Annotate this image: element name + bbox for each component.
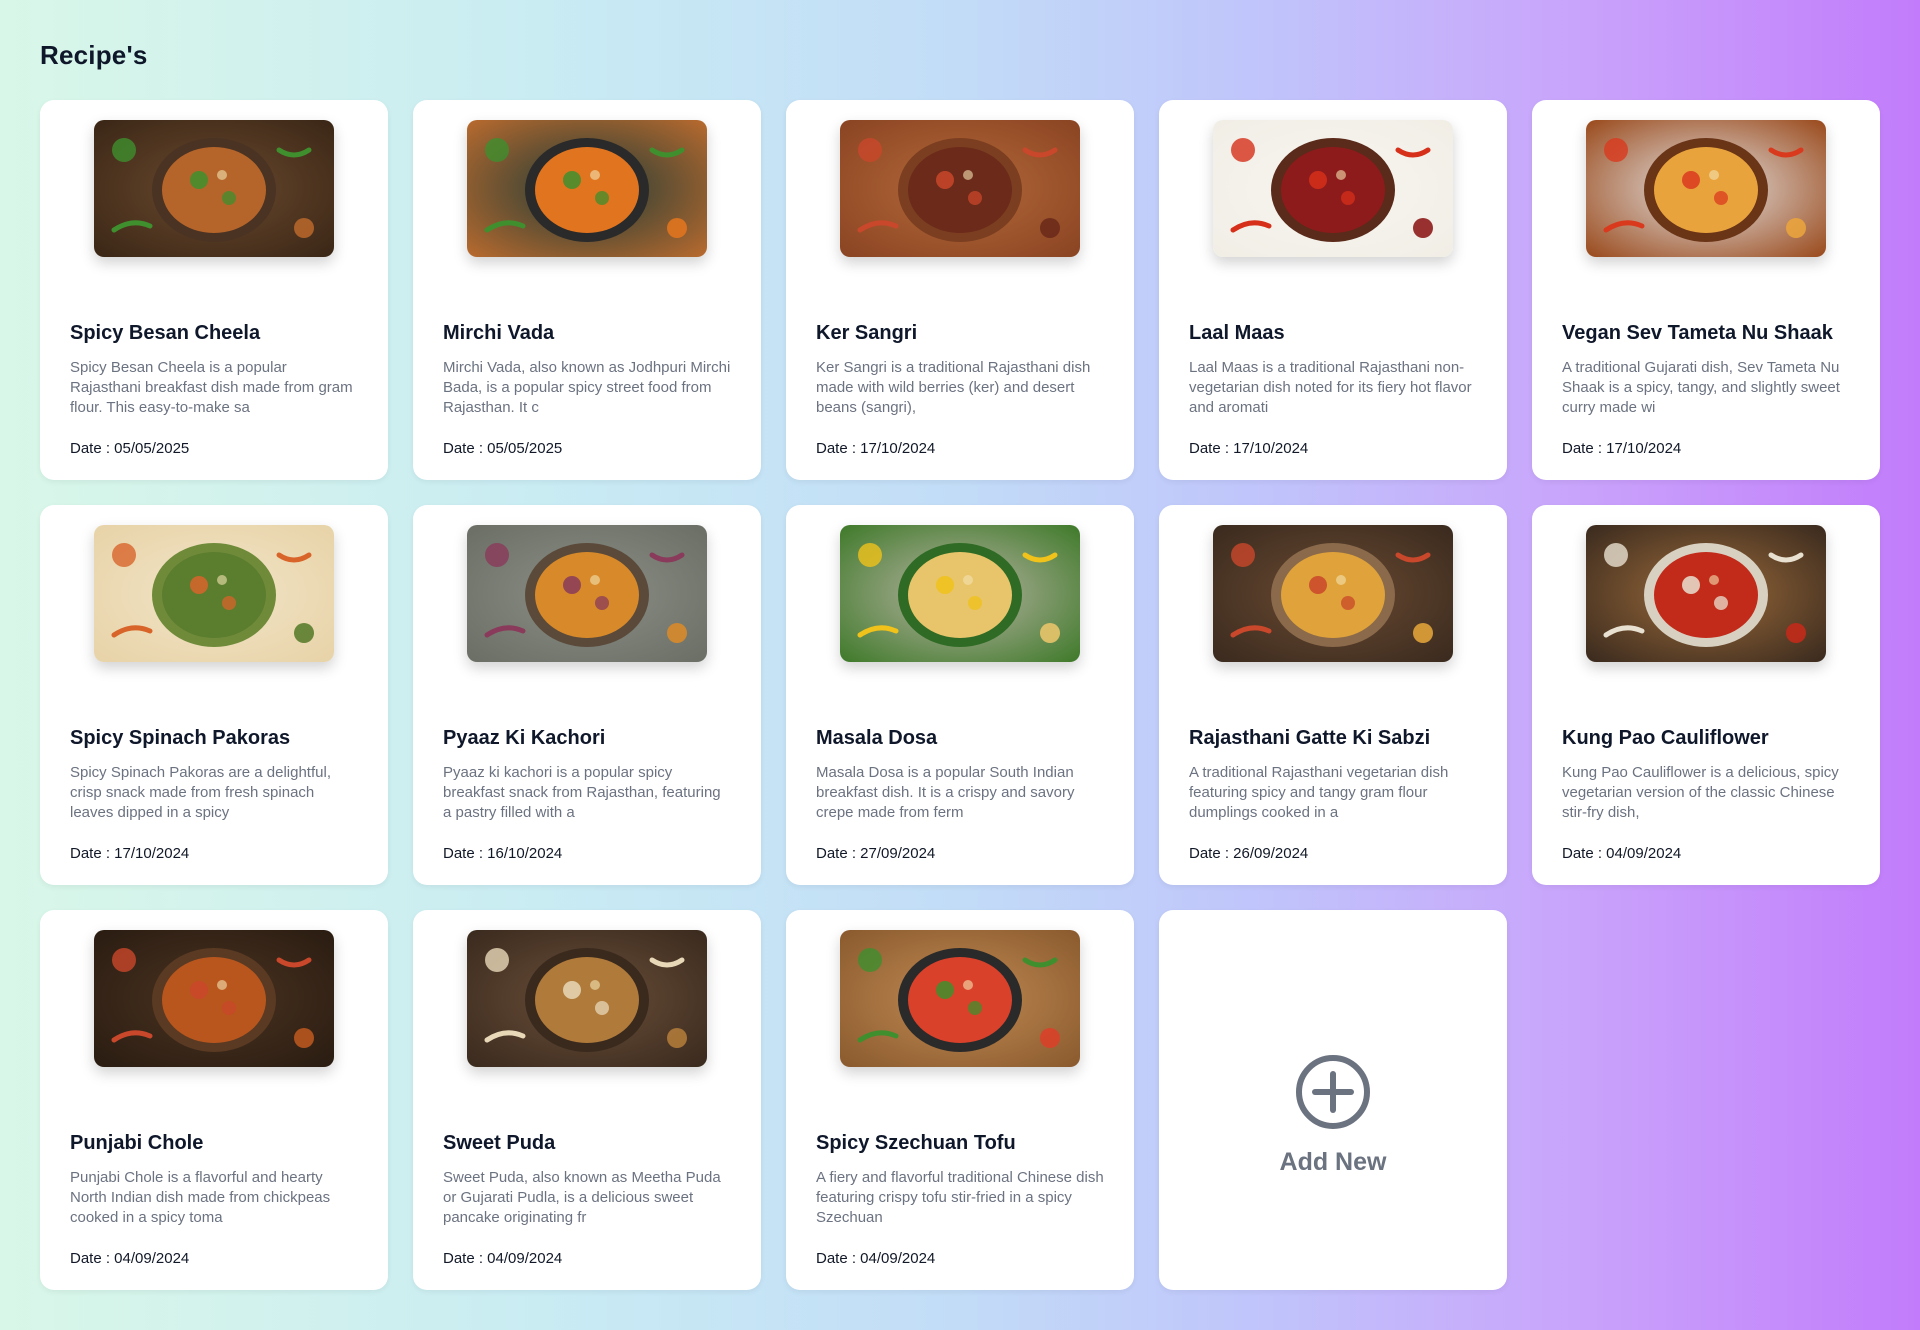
recipe-description: Sweet Puda, also known as Meetha Puda or… bbox=[443, 1169, 721, 1226]
recipe-title: Spicy Spinach Pakoras bbox=[70, 727, 291, 749]
recipe-title: Vegan Sev Tameta Nu Shaak bbox=[1562, 322, 1833, 344]
recipe-image bbox=[94, 120, 334, 257]
recipe-title: Laal Maas bbox=[1189, 322, 1285, 344]
recipe-description: Masala Dosa is a popular South Indian br… bbox=[816, 764, 1075, 821]
recipe-description: Pyaaz ki kachori is a popular spicy brea… bbox=[443, 764, 721, 821]
recipe-title: Mirchi Vada bbox=[443, 322, 555, 344]
recipe-date: Date : 16/10/2024 bbox=[443, 845, 563, 862]
recipe-description: A fiery and flavorful traditional Chines… bbox=[816, 1169, 1104, 1226]
recipe-image bbox=[467, 930, 707, 1067]
recipe-description: Laal Maas is a traditional Rajasthani no… bbox=[1189, 359, 1472, 416]
recipe-title: Rajasthani Gatte Ki Sabzi bbox=[1189, 727, 1431, 749]
recipe-image bbox=[467, 120, 707, 257]
recipe-date: Date : 26/09/2024 bbox=[1189, 845, 1309, 862]
recipe-card[interactable]: Pyaaz Ki Kachori Pyaaz ki kachori is a po… bbox=[413, 505, 761, 885]
recipe-card[interactable]: Laal Maas Laal Maas is a traditional Raja… bbox=[1159, 100, 1507, 480]
recipe-image bbox=[1213, 120, 1453, 257]
recipe-title: Pyaaz Ki Kachori bbox=[443, 727, 606, 749]
recipe-title: Spicy Besan Cheela bbox=[70, 322, 261, 344]
recipe-image bbox=[1586, 120, 1826, 257]
recipe-title: Masala Dosa bbox=[816, 727, 938, 749]
recipe-description: Punjabi Chole is a flavorful and hearty … bbox=[70, 1169, 331, 1226]
recipe-date: Date : 17/10/2024 bbox=[70, 845, 190, 862]
recipe-title: Sweet Puda bbox=[443, 1132, 556, 1154]
recipe-date: Date : 17/10/2024 bbox=[1189, 440, 1309, 457]
recipe-image bbox=[840, 120, 1080, 257]
recipe-card[interactable]: Rajasthani Gatte Ki Sabzi A traditional R… bbox=[1159, 505, 1507, 885]
recipe-date: Date : 27/09/2024 bbox=[816, 845, 936, 862]
recipe-title: Spicy Szechuan Tofu bbox=[816, 1132, 1016, 1154]
recipe-date: Date : 04/09/2024 bbox=[70, 1250, 190, 1267]
recipe-description: Spicy Spinach Pakoras are a delightful, … bbox=[70, 764, 331, 821]
recipe-card[interactable]: Sweet Puda Sweet Puda, also known as Meet… bbox=[413, 910, 761, 1290]
recipe-description: Kung Pao Cauliflower is a delicious, spi… bbox=[1562, 764, 1839, 821]
recipe-date: Date : 17/10/2024 bbox=[1562, 440, 1682, 457]
recipe-date: Date : 17/10/2024 bbox=[816, 440, 936, 457]
recipe-image bbox=[1586, 525, 1826, 662]
recipe-title: Punjabi Chole bbox=[70, 1132, 204, 1154]
recipe-date: Date : 04/09/2024 bbox=[443, 1250, 563, 1267]
recipe-image bbox=[840, 930, 1080, 1067]
recipe-card[interactable]: Punjabi Chole Punjabi Chole is a flavorfu… bbox=[40, 910, 388, 1290]
recipe-card[interactable]: Spicy Spinach Pakoras Spicy Spinach Pakor… bbox=[40, 505, 388, 885]
plus-circle-icon bbox=[1296, 1054, 1370, 1129]
recipe-card[interactable]: Vegan Sev Tameta Nu Shaak A traditional G… bbox=[1532, 100, 1880, 480]
add-new-label: Add New bbox=[1279, 1147, 1387, 1176]
page-title: Recipe's bbox=[40, 40, 148, 70]
recipe-card[interactable]: Spicy Besan Cheela Spicy Besan Cheela is … bbox=[40, 100, 388, 480]
recipe-grid: Spicy Besan Cheela Spicy Besan Cheela is … bbox=[40, 100, 1880, 1290]
recipe-image bbox=[94, 930, 334, 1067]
add-new-button[interactable]: Add New bbox=[1159, 910, 1507, 1290]
recipe-description: Mirchi Vada, also known as Jodhpuri Mirc… bbox=[443, 359, 731, 416]
recipe-date: Date : 04/09/2024 bbox=[816, 1250, 936, 1267]
recipe-title: Ker Sangri bbox=[816, 322, 918, 344]
recipe-card[interactable]: Mirchi Vada Mirchi Vada, also known as Jo… bbox=[413, 100, 761, 480]
recipe-description: Spicy Besan Cheela is a popular Rajastha… bbox=[70, 359, 353, 416]
recipe-date: Date : 04/09/2024 bbox=[1562, 845, 1682, 862]
recipe-date: Date : 05/05/2025 bbox=[70, 440, 190, 457]
recipe-description: A traditional Gujarati dish, Sev Tameta … bbox=[1562, 359, 1840, 416]
recipe-image bbox=[1213, 525, 1453, 662]
recipe-description: Ker Sangri is a traditional Rajasthani d… bbox=[816, 359, 1091, 416]
recipe-image bbox=[840, 525, 1080, 662]
recipe-date: Date : 05/05/2025 bbox=[443, 440, 563, 457]
recipe-card[interactable]: Spicy Szechuan Tofu A fiery and flavorful… bbox=[786, 910, 1134, 1290]
recipe-image bbox=[467, 525, 707, 662]
recipe-card[interactable]: Ker Sangri Ker Sangri is a traditional Ra… bbox=[786, 100, 1134, 480]
recipe-image bbox=[94, 525, 334, 662]
recipe-card[interactable]: Kung Pao Cauliflower Kung Pao Cauliflower… bbox=[1532, 505, 1880, 885]
recipe-description: A traditional Rajasthani vegetarian dish… bbox=[1189, 764, 1449, 821]
recipe-card[interactable]: Masala Dosa Masala Dosa is a popular Sout… bbox=[786, 505, 1134, 885]
recipe-title: Kung Pao Cauliflower bbox=[1562, 727, 1769, 749]
